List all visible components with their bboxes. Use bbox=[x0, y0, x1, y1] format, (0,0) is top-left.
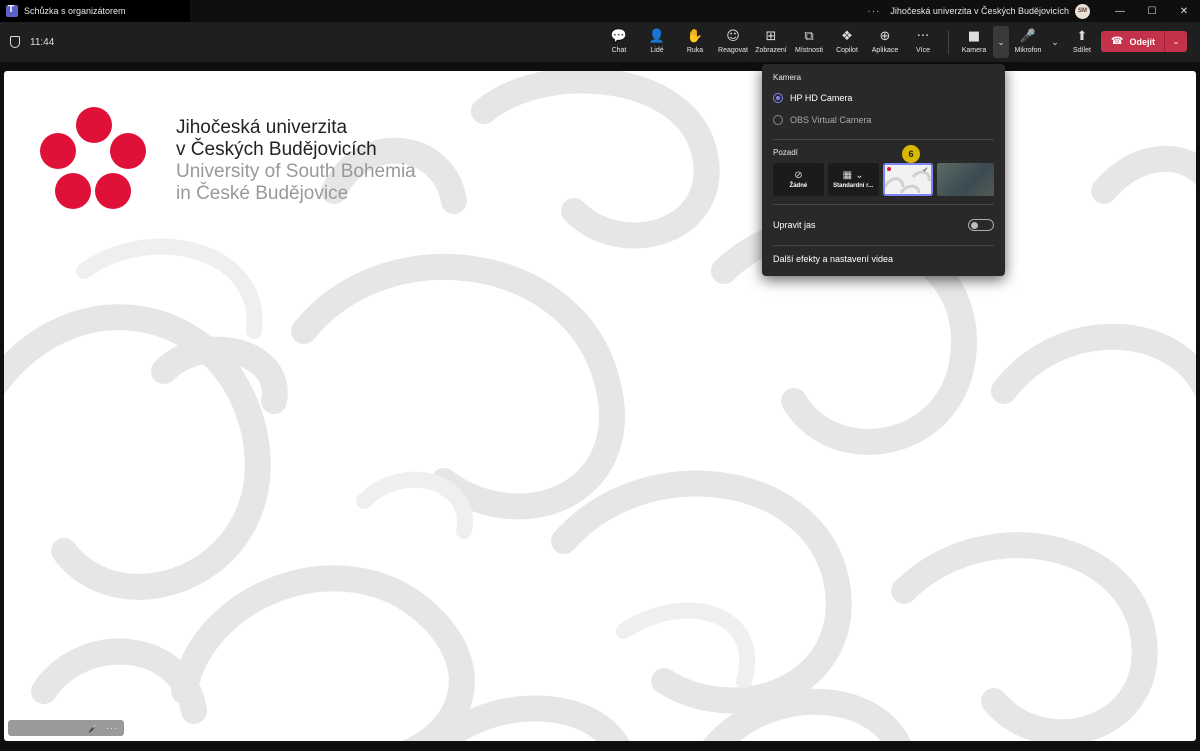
logo-line-4: in České Budějovice bbox=[176, 183, 349, 204]
window-title-area: Schůzka s organizátorem bbox=[0, 0, 190, 22]
title-bar: Schůzka s organizátorem ··· Jihočeská un… bbox=[0, 0, 1200, 22]
maximize-button[interactable]: ☐ bbox=[1136, 0, 1168, 22]
logo-line-3: University of South Bohemia bbox=[176, 161, 416, 182]
radio-unselected-icon[interactable] bbox=[773, 115, 783, 125]
background-standard-label: Standardní r... bbox=[833, 183, 874, 189]
background-none-label: Žádné bbox=[789, 183, 808, 189]
camera-options-chevron-icon[interactable]: ⌄ bbox=[993, 26, 1009, 58]
share-label: Sdílet bbox=[1073, 47, 1091, 54]
chat-button[interactable]: 💬 Chat bbox=[600, 22, 638, 62]
title-bar-right: ··· Jihočeská univerzita v Českých Buděj… bbox=[867, 0, 1200, 22]
meeting-timer: 11:44 bbox=[30, 36, 55, 48]
camera-option-obs[interactable]: OBS Virtual Camera bbox=[773, 109, 994, 131]
apps-button[interactable]: ⊕ Aplikace bbox=[866, 22, 904, 62]
leave-options-chevron-icon[interactable]: ⌄ bbox=[1165, 37, 1187, 46]
teams-logo-icon bbox=[6, 4, 18, 17]
background-options: ⊘ Žádné ▦ ⌄ Standardní r... ✔ bbox=[773, 163, 995, 196]
chat-icon: 💬 bbox=[610, 29, 628, 44]
organization-name[interactable]: Jihočeská univerzita v Českých Budějovic… bbox=[890, 6, 1069, 16]
camera-button[interactable]: ■ Kamera bbox=[955, 22, 993, 62]
rooms-label: Místnosti bbox=[794, 47, 823, 54]
grid-icon: ⊞ bbox=[765, 29, 777, 44]
leave-label: Odejít bbox=[1129, 36, 1155, 47]
share-button[interactable]: ⬆ Sdílet bbox=[1063, 22, 1101, 62]
people-button[interactable]: 👤 Lidé bbox=[638, 22, 676, 62]
minimize-button[interactable]: — bbox=[1104, 0, 1136, 22]
share-icon: ⬆ bbox=[1076, 29, 1088, 44]
close-button[interactable]: ✕ bbox=[1168, 0, 1200, 22]
add-app-icon: ⊕ bbox=[879, 29, 891, 44]
emoji-icon: ☺ bbox=[726, 29, 740, 44]
people-label: Lidé bbox=[650, 47, 664, 54]
background-university-tile[interactable]: ✔ bbox=[882, 163, 934, 196]
background-standard-tile[interactable]: ▦ ⌄ Standardní r... bbox=[827, 163, 879, 196]
copilot-icon: ❖ bbox=[841, 29, 853, 44]
apps-label: Aplikace bbox=[871, 47, 899, 54]
divider bbox=[773, 245, 994, 246]
divider bbox=[773, 139, 994, 140]
rooms-icon: ⧉ bbox=[804, 29, 814, 44]
logo-text: Jihočeská univerzita v Českých Budějovic… bbox=[176, 117, 416, 205]
more-button[interactable]: ··· Více bbox=[904, 22, 942, 62]
copilot-button[interactable]: ❖ Copilot bbox=[828, 22, 866, 62]
camera-option-label: OBS Virtual Camera bbox=[790, 115, 872, 125]
thumbnail-logo-dot bbox=[886, 167, 891, 171]
camera-icon: ■ bbox=[967, 29, 981, 44]
mic-muted-icon: 🎤 bbox=[1019, 29, 1037, 44]
background-blur-tile[interactable] bbox=[937, 163, 995, 196]
meeting-toolbar: 11:44 💬 Chat 👤 Lidé ✋ Ruka ☺ Reagovat ⊞ Zobra… bbox=[0, 22, 1200, 62]
rooms-button[interactable]: ⧉ Místnosti bbox=[790, 22, 828, 62]
more-label: Více bbox=[915, 47, 930, 54]
react-label: Reagovat bbox=[718, 47, 748, 54]
camera-option-label: HP HD Camera bbox=[790, 93, 853, 103]
participant-nameplate[interactable]: 🎤 ··· bbox=[8, 720, 124, 736]
logo-dots-icon bbox=[40, 107, 150, 212]
more-icon: ··· bbox=[916, 29, 930, 44]
university-logo: Jihočeská univerzita v Českých Budějovic… bbox=[40, 107, 416, 212]
view-label: Zobrazení bbox=[755, 47, 787, 54]
leave-button[interactable]: ☎ Odejít ⌄ bbox=[1101, 31, 1187, 52]
meeting-info: 11:44 bbox=[0, 36, 54, 48]
raise-hand-button[interactable]: ✋ Ruka bbox=[676, 22, 714, 62]
hand-icon: ✋ bbox=[686, 29, 704, 44]
brightness-toggle[interactable] bbox=[968, 219, 994, 231]
mic-muted-icon: 🎤 bbox=[88, 723, 98, 733]
background-heading: Pozadí bbox=[773, 148, 798, 157]
more-video-effects-link[interactable]: Další efekty a nastavení videa bbox=[773, 254, 994, 264]
logo-line-2: v Českých Budějovicích bbox=[176, 139, 377, 160]
radio-selected-icon[interactable] bbox=[773, 93, 783, 103]
window-title: Schůzka s organizátorem bbox=[24, 6, 126, 16]
no-background-icon: ⊘ bbox=[794, 170, 803, 181]
copilot-label: Copilot bbox=[836, 47, 858, 54]
mic-label: Mikrofon bbox=[1014, 47, 1042, 54]
divider bbox=[773, 204, 994, 205]
mic-options-chevron-icon[interactable]: ⌄ bbox=[1047, 26, 1063, 58]
chat-label: Chat bbox=[611, 47, 627, 54]
logo-line-1: Jihočeská univerzita bbox=[176, 117, 348, 138]
background-grid-icon: ▦ ⌄ bbox=[842, 170, 864, 181]
leave-main[interactable]: ☎ Odejít bbox=[1101, 31, 1165, 52]
video-stage: Jihočeská univerzita v Českých Budějovic… bbox=[4, 71, 1196, 741]
camera-settings-flyout: Kamera HP HD Camera OBS Virtual Camera P… bbox=[762, 64, 1005, 276]
camera-heading: Kamera bbox=[773, 73, 802, 82]
people-icon: 👤 bbox=[648, 29, 666, 44]
brightness-row: Upravit jas bbox=[773, 213, 994, 237]
avatar[interactable]: SM bbox=[1075, 3, 1090, 19]
selected-check-icon: ✔ bbox=[922, 166, 929, 174]
toolbar-divider bbox=[948, 30, 949, 54]
brightness-label: Upravit jas bbox=[773, 220, 816, 230]
view-button[interactable]: ⊞ Zobrazení bbox=[752, 22, 790, 62]
phone-hangup-icon: ☎ bbox=[1111, 36, 1124, 47]
react-button[interactable]: ☺ Reagovat bbox=[714, 22, 752, 62]
shield-icon[interactable] bbox=[10, 36, 20, 48]
step-number-badge: 6 bbox=[902, 145, 920, 163]
mic-button[interactable]: 🎤 Mikrofon bbox=[1009, 22, 1047, 62]
background-none-tile[interactable]: ⊘ Žádné bbox=[773, 163, 824, 196]
camera-option-hp[interactable]: HP HD Camera bbox=[773, 87, 994, 109]
meeting-controls: 💬 Chat 👤 Lidé ✋ Ruka ☺ Reagovat ⊞ Zobrazení ⧉… bbox=[600, 22, 1101, 62]
raise-hand-label: Ruka bbox=[686, 47, 704, 54]
participant-more-icon[interactable]: ··· bbox=[106, 723, 118, 733]
more-options-icon[interactable]: ··· bbox=[867, 6, 880, 17]
camera-label: Kamera bbox=[961, 47, 987, 54]
